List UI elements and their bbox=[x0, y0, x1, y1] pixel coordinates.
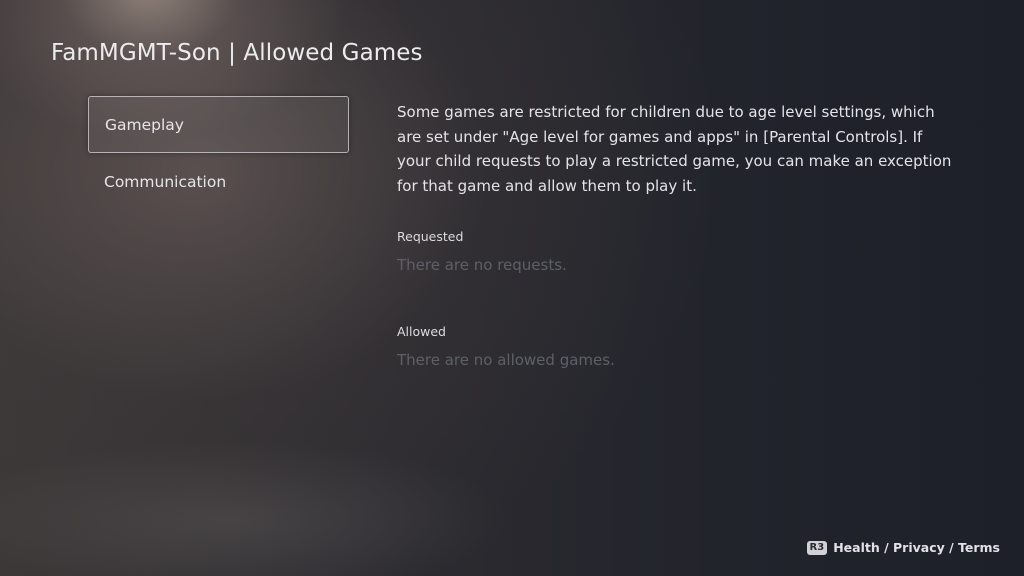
health-privacy-terms-hint[interactable]: R3 Health / Privacy / Terms bbox=[806, 540, 1000, 555]
menu-item-label: Communication bbox=[104, 172, 227, 191]
menu-item-label: Gameplay bbox=[105, 115, 184, 134]
menu-item-gameplay[interactable]: Gameplay bbox=[88, 96, 349, 153]
settings-side-menu: Gameplay Communication bbox=[88, 96, 349, 210]
restriction-description: Some games are restricted for children d… bbox=[397, 103, 952, 195]
allowed-games-panel: Some games are restricted for children d… bbox=[397, 100, 957, 369]
page-title: FamMGMT-Son | Allowed Games bbox=[51, 40, 423, 66]
requested-heading: Requested bbox=[397, 229, 464, 244]
requested-empty-message: There are no requests. bbox=[397, 256, 567, 274]
hint-label: Health / Privacy / Terms bbox=[833, 540, 1000, 555]
allowed-empty-message: There are no allowed games. bbox=[397, 351, 615, 369]
r3-button-icon: R3 bbox=[806, 540, 828, 555]
allowed-heading: Allowed bbox=[397, 324, 446, 339]
menu-item-communication[interactable]: Communication bbox=[88, 153, 349, 210]
